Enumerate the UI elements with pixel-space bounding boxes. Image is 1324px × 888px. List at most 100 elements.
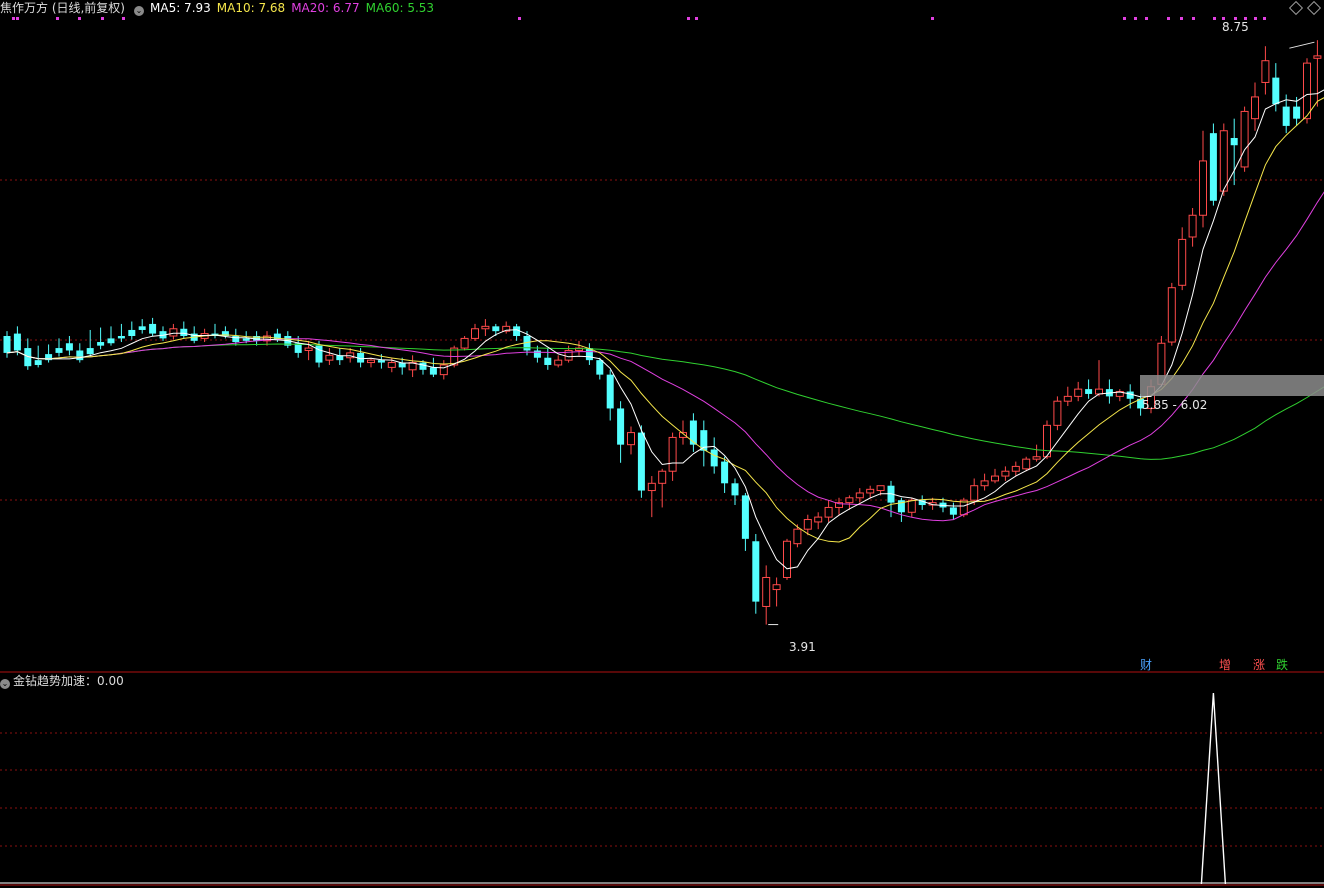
candle-body — [1209, 133, 1217, 201]
candle-body — [1230, 137, 1238, 146]
candle-body — [460, 337, 469, 349]
candle-body — [762, 576, 771, 607]
candle-body — [419, 362, 427, 370]
top-marker — [12, 17, 15, 20]
candle-body — [429, 367, 437, 375]
candle-body — [907, 499, 916, 513]
candle-body — [980, 480, 989, 487]
event-tag-finance[interactable]: 财 — [1140, 656, 1152, 673]
candle-body — [554, 359, 563, 366]
ma60-line — [6, 343, 1324, 460]
top-marker — [687, 17, 690, 20]
chevron-down-icon[interactable]: ⌄ — [0, 679, 10, 689]
event-tag-increase[interactable]: 增 — [1219, 656, 1231, 673]
candle-body — [1219, 130, 1228, 192]
candle-body — [1063, 395, 1072, 402]
candle-body — [492, 326, 500, 332]
candle-body — [855, 492, 864, 499]
candle-body — [845, 497, 854, 504]
candle-body — [1272, 77, 1280, 105]
ma10-label: MA10: 7.68 — [216, 1, 286, 15]
candle-body — [596, 360, 604, 375]
price-header: 焦作万方 (日线,前复权) ⌄ MA5: 7.93 MA10: 7.68 MA20: 6… — [0, 0, 440, 16]
candle-body — [65, 343, 73, 351]
top-marker — [1263, 17, 1266, 20]
candle-body — [544, 357, 552, 365]
indicator-title[interactable]: 金钻趋势加速 — [13, 674, 85, 688]
candle-body — [803, 519, 812, 530]
candle-body — [668, 436, 677, 472]
candle-body — [1001, 470, 1010, 477]
candle-body — [180, 328, 188, 336]
candle-body — [1085, 389, 1093, 394]
top-marker — [101, 17, 104, 20]
ma20-line — [6, 191, 1324, 522]
candle-body — [741, 495, 749, 539]
top-marker — [1123, 17, 1126, 20]
candle-body — [1188, 214, 1197, 238]
candle-body — [86, 348, 94, 355]
candle-body — [1240, 110, 1249, 168]
candle-body — [377, 360, 385, 363]
candle-body — [793, 528, 802, 545]
candle-body — [367, 359, 375, 364]
candle-body — [439, 364, 448, 376]
top-marker — [1213, 17, 1216, 20]
candle-body — [783, 540, 791, 578]
candle-body — [1282, 106, 1290, 126]
candle-body — [149, 323, 157, 334]
candle-body — [647, 482, 656, 492]
candle-body — [533, 350, 541, 358]
candle-body — [1261, 60, 1270, 83]
candle-body — [55, 348, 63, 353]
candle-body — [772, 584, 781, 591]
candle-body — [325, 354, 334, 361]
candle-body — [617, 408, 625, 445]
candle-body — [169, 328, 178, 337]
event-tag-down[interactable]: 跌 — [1276, 656, 1288, 673]
top-marker — [1254, 17, 1257, 20]
candle-body — [242, 338, 250, 341]
candle-body — [637, 432, 645, 491]
candle-body — [107, 338, 115, 344]
range-band-label: 5.85 - 6.02 — [1142, 398, 1208, 412]
candle-body — [13, 333, 21, 351]
candle-body — [1199, 160, 1207, 216]
indicator-header: ⌄ 金钻趋势加速：0.00 — [0, 673, 124, 689]
candle-body — [97, 342, 105, 346]
candle-body — [1022, 458, 1031, 470]
candle-body — [1178, 238, 1187, 286]
high-price-label: 8.75 — [1222, 20, 1249, 34]
ma5-label: MA5: 7.93 — [150, 1, 211, 15]
high-pointer — [1289, 41, 1315, 49]
candle-body — [824, 506, 833, 518]
top-marker — [695, 17, 698, 20]
ma60-label: MA60: 5.53 — [365, 1, 435, 15]
top-marker — [78, 17, 81, 20]
candle-body — [3, 336, 11, 353]
candle-body — [866, 488, 875, 494]
top-marker — [1167, 17, 1170, 20]
ma5-line — [6, 89, 1324, 570]
top-marker — [122, 17, 125, 20]
ma20-label: MA20: 6.77 — [291, 1, 360, 15]
candle-body — [814, 516, 823, 523]
candle-body — [76, 350, 84, 361]
chevron-down-icon[interactable]: ⌄ — [134, 6, 144, 16]
candle-body — [34, 360, 42, 365]
candle-body — [1032, 456, 1041, 460]
candle-body — [689, 420, 697, 445]
candle-body — [710, 449, 718, 467]
candle-body — [1313, 55, 1322, 59]
candle-body — [481, 325, 490, 330]
low-price-label: 3.91 — [789, 640, 816, 654]
candle-body — [1011, 465, 1020, 472]
candle-body — [232, 336, 240, 343]
top-marker — [1134, 17, 1137, 20]
top-marker — [1145, 17, 1148, 20]
event-tag-up[interactable]: 涨 — [1253, 656, 1265, 673]
candle-body — [658, 470, 667, 484]
candle-body — [117, 336, 125, 339]
top-marker — [16, 17, 19, 20]
stock-title[interactable]: 焦作万方 (日线,前复权) — [0, 1, 125, 15]
